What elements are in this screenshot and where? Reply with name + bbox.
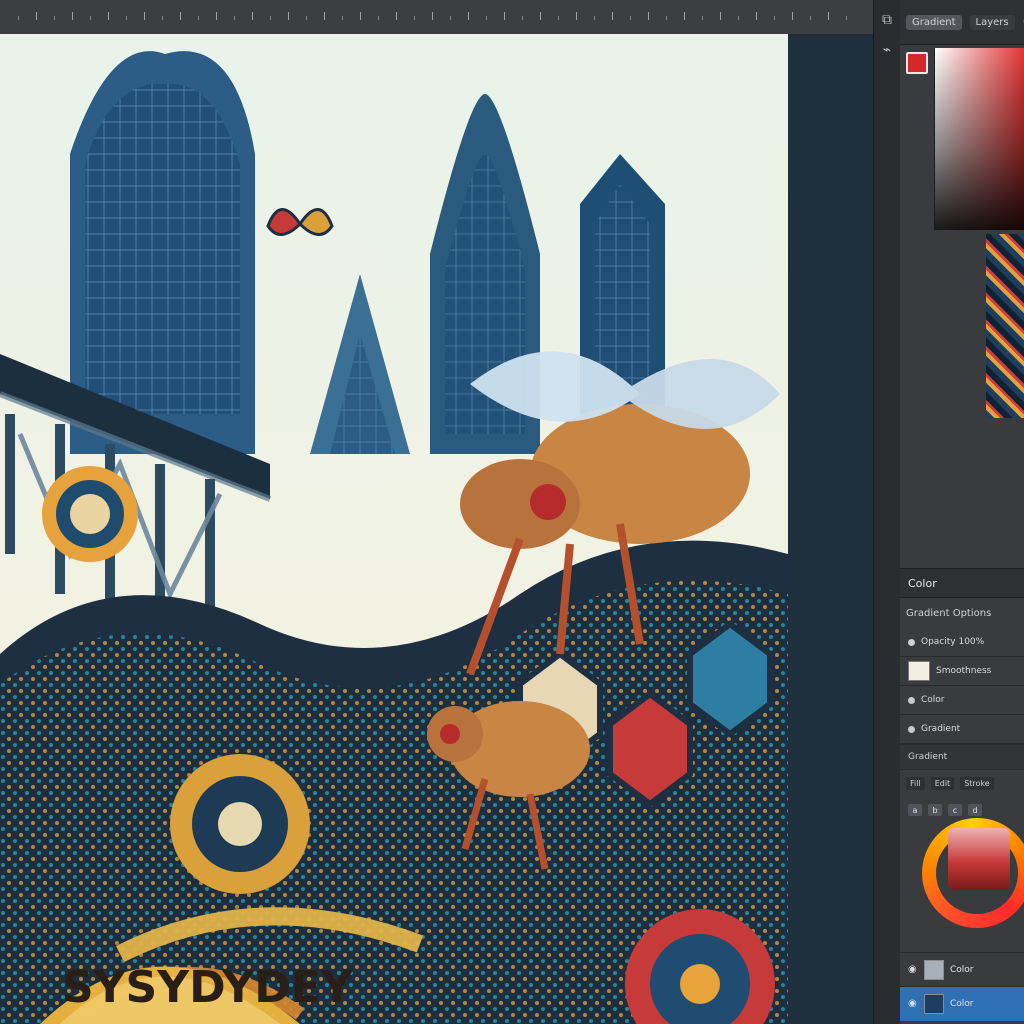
- radio-dot-icon: [908, 638, 915, 646]
- layer-label: Color: [950, 965, 974, 975]
- visibility-eye-icon[interactable]: ◉: [908, 999, 918, 1009]
- top-ruler: [0, 0, 875, 35]
- canvas[interactable]: SYSYDYDEY: [0, 34, 788, 1024]
- color-picker-square[interactable]: [934, 48, 1024, 230]
- tab-layers[interactable]: Layers: [969, 14, 1015, 30]
- mini-tab-edit[interactable]: Edit: [930, 776, 955, 790]
- badge-text: SYSYDYDEY: [62, 962, 354, 1013]
- panel-tabs: Gradient Layers ⚙: [900, 0, 1024, 45]
- app: SYSYDYDEY ⧉ ⌁ Gradient Layers ⚙ Color Gr…: [0, 0, 1024, 1024]
- primary-color-swatch[interactable]: [906, 52, 928, 74]
- visibility-eye-icon[interactable]: ◉: [908, 965, 918, 975]
- brush-icon[interactable]: ⌁: [877, 40, 897, 60]
- color-panel-title: Color: [900, 568, 1024, 598]
- mini-tab-fill[interactable]: Fill: [906, 776, 925, 790]
- color-row-label: Color: [921, 695, 945, 705]
- canvas-gutter: [788, 34, 873, 1024]
- layer-row[interactable]: ◉ Color: [900, 952, 1024, 987]
- mini-button[interactable]: d: [968, 804, 982, 816]
- layer-thumbnail: [924, 994, 944, 1014]
- color-row[interactable]: Opacity 100%: [900, 628, 1024, 657]
- ruler-ticks: [0, 12, 875, 22]
- gradient-mini-tabs: Fill Edit Stroke: [900, 770, 1024, 796]
- tab-gradient[interactable]: Gradient: [906, 14, 962, 30]
- mini-button[interactable]: c: [948, 804, 962, 816]
- mini-tab-stroke[interactable]: Stroke: [960, 776, 994, 790]
- preview-thumbnail: [986, 234, 1024, 418]
- color-panel: Color Gradient Options Opacity 100% Smoo…: [900, 568, 1024, 824]
- color-row[interactable]: Color: [900, 686, 1024, 715]
- right-panel: Gradient Layers ⚙ Color Gradient Options…: [900, 0, 1024, 1024]
- mini-button[interactable]: a: [908, 804, 922, 816]
- color-swatch: [908, 661, 930, 681]
- color-row-label: Smoothness: [936, 666, 992, 676]
- color-row-label: Opacity 100%: [921, 637, 985, 647]
- color-wheel-inner[interactable]: [948, 828, 1010, 890]
- radio-dot-icon: [908, 696, 915, 704]
- canvas-artwork: SYSYDYDEY: [0, 34, 788, 1024]
- color-panel-subtitle: Gradient Options: [906, 607, 992, 619]
- color-row[interactable]: Gradient: [900, 715, 1024, 744]
- layer-row-active[interactable]: ◉ Color: [900, 986, 1024, 1021]
- layers-icon[interactable]: ⧉: [877, 10, 897, 30]
- radio-dot-icon: [908, 725, 915, 733]
- tool-column: ⧉ ⌁: [873, 0, 901, 1024]
- mini-button[interactable]: b: [928, 804, 942, 816]
- layer-label: Color: [950, 999, 974, 1009]
- layer-thumbnail: [924, 960, 944, 980]
- color-row-label: Gradient: [921, 724, 961, 734]
- gradient-section-title: Gradient: [900, 744, 1024, 770]
- color-row[interactable]: Smoothness: [900, 657, 1024, 686]
